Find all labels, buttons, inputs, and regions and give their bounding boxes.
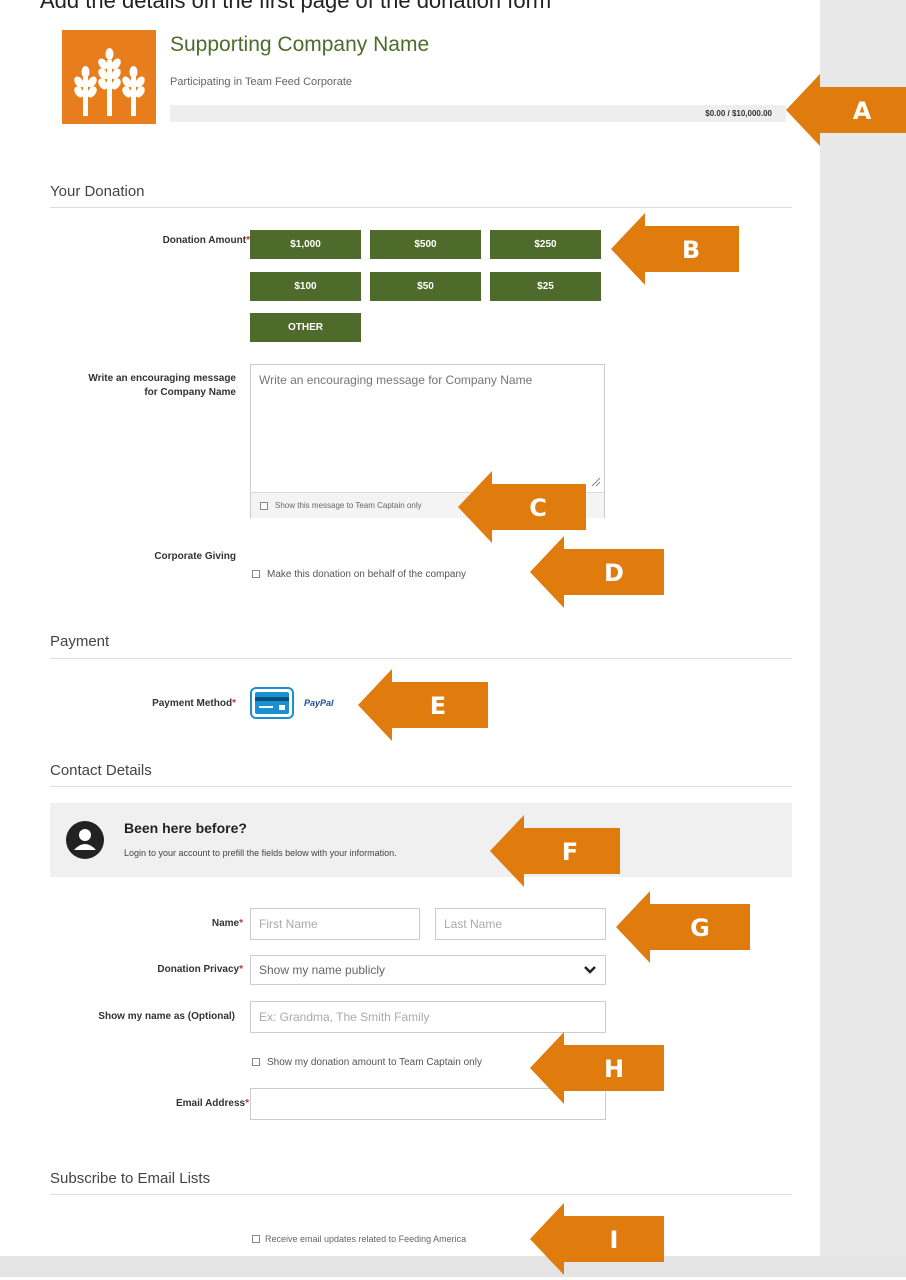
company-name: Supporting Company Name: [170, 33, 430, 56]
payment-method-label: Payment Method*: [152, 698, 236, 709]
email-label: Email Address*: [175, 1098, 249, 1109]
callout-label-i: I: [610, 1226, 619, 1254]
progress-text: $0.00 / $10,000.00: [705, 109, 772, 118]
section-divider: [50, 786, 792, 787]
callout-label-f: F: [562, 838, 578, 866]
privacy-selected-value: Show my name publicly: [259, 963, 386, 977]
credit-card-icon: [250, 687, 294, 719]
message-label: Write an encouraging message for Company…: [88, 372, 236, 400]
callout-arrow-d: D: [530, 536, 664, 613]
amount-button-500[interactable]: $500: [370, 230, 481, 259]
captain-only-label: Show this message to Team Captain only: [275, 501, 422, 510]
wheat-icon: [74, 48, 145, 116]
callout-label-e: E: [430, 692, 446, 720]
callout-arrow-e: E: [358, 669, 488, 746]
section-contact-details: Contact Details: [50, 762, 152, 779]
resize-handle-icon[interactable]: [591, 477, 601, 487]
login-prompt-box: Been here before? Login to your account …: [50, 803, 792, 877]
callout-arrow-g: G: [616, 891, 750, 968]
section-your-donation: Your Donation: [50, 183, 145, 200]
captain-only-checkbox[interactable]: [260, 502, 268, 510]
callout-label-b: B: [682, 236, 700, 264]
corporate-checkbox-label: Make this donation on behalf of the comp…: [267, 569, 467, 580]
login-link-text[interactable]: Login to your account to prefill the fie…: [124, 848, 397, 858]
section-subscribe: Subscribe to Email Lists: [50, 1170, 211, 1187]
callout-arrow-h: H: [530, 1032, 664, 1109]
amount-button-100[interactable]: $100: [250, 272, 361, 301]
show-name-as-input[interactable]: [250, 1001, 606, 1033]
last-name-input[interactable]: [435, 908, 606, 940]
login-title: Been here before?: [124, 820, 247, 836]
callout-arrow-f: F: [490, 815, 620, 892]
amount-button-50[interactable]: $50: [370, 272, 481, 301]
user-avatar-icon: [66, 821, 104, 859]
section-payment: Payment: [50, 633, 110, 650]
callout-label-a: A: [853, 97, 872, 125]
name-label: Name*: [211, 918, 243, 929]
donation-privacy-select[interactable]: Show my name publicly: [250, 955, 606, 985]
amount-captain-only-label: Show my donation amount to Team Captain …: [267, 1057, 482, 1068]
amount-button-25[interactable]: $25: [490, 272, 601, 301]
paypal-option[interactable]: PayPal: [304, 698, 334, 708]
chevron-down-icon: [584, 966, 596, 974]
message-label-line1: Write an encouraging message: [88, 373, 236, 384]
show-name-as-label: Show my name as (Optional): [98, 1011, 235, 1022]
instruction-heading: Add the details on the first page of the…: [40, 0, 552, 13]
section-divider: [50, 207, 792, 208]
amount-button-other[interactable]: OTHER: [250, 313, 361, 342]
first-name-input[interactable]: [250, 908, 420, 940]
callout-arrow-a: A: [786, 74, 906, 151]
message-label-line2: for Company Name: [144, 387, 236, 398]
donation-privacy-label: Donation Privacy*: [157, 964, 243, 975]
participating-text: Participating in Team Feed Corporate: [170, 76, 353, 88]
amount-button-1000[interactable]: $1,000: [250, 230, 361, 259]
credit-card-option[interactable]: [250, 687, 294, 719]
corporate-checkbox[interactable]: [252, 570, 260, 578]
corporate-giving-label: Corporate Giving: [154, 551, 236, 562]
amount-button-250[interactable]: $250: [490, 230, 601, 259]
callout-label-c: C: [529, 494, 547, 522]
section-divider: [50, 1194, 792, 1195]
callout-arrow-i: I: [530, 1203, 664, 1280]
amount-captain-only-checkbox[interactable]: [252, 1058, 260, 1066]
callout-label-d: D: [604, 559, 624, 587]
callout-label-g: G: [690, 914, 710, 942]
donation-amount-label: Donation Amount*: [162, 235, 250, 246]
section-divider: [50, 658, 792, 659]
subscribe-checkbox[interactable]: [252, 1235, 260, 1243]
wheat-logo: [62, 30, 156, 124]
callout-arrow-b: B: [611, 213, 739, 290]
callout-label-h: H: [604, 1055, 624, 1083]
bottom-gray-strip: [0, 1256, 906, 1277]
right-gray-panel: [820, 0, 906, 1256]
fundraising-progress-bar: $0.00 / $10,000.00: [170, 105, 786, 122]
subscribe-checkbox-label: Receive email updates related to Feeding…: [265, 1234, 467, 1244]
